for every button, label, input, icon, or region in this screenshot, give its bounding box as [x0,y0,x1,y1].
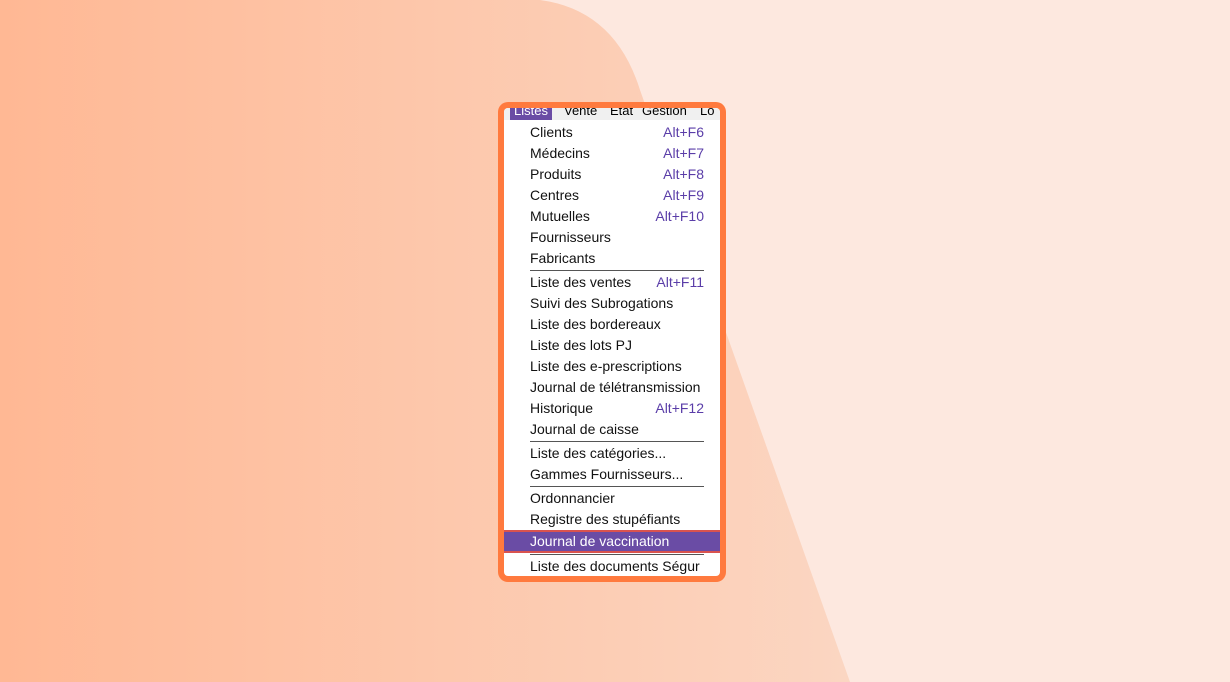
menu-highlight-frame: Listes Vente Etat Gestion Lo Clients Alt+… [498,102,726,582]
menu-window: Listes Vente Etat Gestion Lo Clients Alt+… [504,108,720,576]
menu-item-journal-teletransmission[interactable]: Journal de télétransmission [504,377,720,398]
menubar-item-gestion[interactable]: Gestion [638,108,691,120]
menubar-item-listes[interactable]: Listes [510,108,552,120]
menu-item-shortcut: Alt+F11 [656,274,704,290]
menu-item-gammes-fournisseurs[interactable]: Gammes Fournisseurs... [504,464,720,485]
menu-item-liste-categories[interactable]: Liste des catégories... [504,443,720,464]
menu-item-clients[interactable]: Clients Alt+F6 [504,122,720,143]
menu-item-label: Produits [530,166,582,182]
menubar-item-vente[interactable]: Vente [560,108,601,120]
menu-item-label: Journal de vaccination [530,533,670,549]
menu-item-label: Registre des stupéfiants [530,511,681,527]
dropdown-menu: Clients Alt+F6 Médecins Alt+F7 Produits Alt… [504,122,720,576]
menu-item-label: Médecins [530,145,590,161]
menu-item-label: Journal de télétransmission [530,379,701,395]
menu-item-liste-documents-segur[interactable]: Liste des documents Ségur [504,556,720,576]
menu-item-journal-caisse[interactable]: Journal de caisse [504,419,720,440]
menu-item-shortcut: Alt+F12 [655,400,704,416]
menu-item-shortcut: Alt+F7 [663,145,704,161]
menu-item-label: Fabricants [530,250,596,266]
menubar-item-lo[interactable]: Lo [696,108,718,120]
menu-item-historique[interactable]: Historique Alt+F12 [504,398,720,419]
menu-item-label: Liste des ventes [530,274,632,290]
menubar-item-etat[interactable]: Etat [606,108,637,120]
menu-item-ordonnancier[interactable]: Ordonnancier [504,488,720,509]
menu-item-label: Clients [530,124,573,140]
menu-item-journal-vaccination[interactable]: Journal de vaccination [504,530,720,553]
menu-item-label: Gammes Fournisseurs... [530,466,684,482]
menu-item-label: Historique [530,400,594,416]
menu-item-label: Liste des bordereaux [530,316,661,332]
menu-item-shortcut: Alt+F10 [655,208,704,224]
menu-item-shortcut: Alt+F9 [663,187,704,203]
menu-item-registre-stupefiants[interactable]: Registre des stupéfiants [504,509,720,530]
menu-item-label: Liste des documents Ségur [530,558,700,574]
menu-item-label: Fournisseurs [530,229,611,245]
menu-item-fournisseurs[interactable]: Fournisseurs [504,227,720,248]
menu-item-medecins[interactable]: Médecins Alt+F7 [504,143,720,164]
menu-item-liste-lots-pj[interactable]: Liste des lots PJ [504,335,720,356]
menu-item-centres[interactable]: Centres Alt+F9 [504,185,720,206]
menu-item-label: Liste des lots PJ [530,337,632,353]
menubar: Listes Vente Etat Gestion Lo [504,108,720,120]
menu-item-suivi-subrogations[interactable]: Suivi des Subrogations [504,293,720,314]
menu-item-liste-bordereaux[interactable]: Liste des bordereaux [504,314,720,335]
menu-item-produits[interactable]: Produits Alt+F8 [504,164,720,185]
menu-item-label: Liste des catégories... [530,445,667,461]
menu-item-label: Liste des e-prescriptions [530,358,682,374]
menu-item-label: Suivi des Subrogations [530,295,674,311]
menu-item-fabricants[interactable]: Fabricants [504,248,720,269]
menu-item-shortcut: Alt+F8 [663,166,704,182]
menu-item-label: Mutuelles [530,208,590,224]
menu-item-label: Ordonnancier [530,490,615,506]
menu-item-liste-e-prescriptions[interactable]: Liste des e-prescriptions [504,356,720,377]
menu-item-label: Centres [530,187,580,203]
menu-item-liste-des-ventes[interactable]: Liste des ventes Alt+F11 [504,272,720,293]
menu-item-mutuelles[interactable]: Mutuelles Alt+F10 [504,206,720,227]
menu-item-shortcut: Alt+F6 [663,124,704,140]
menu-item-label: Journal de caisse [530,421,639,437]
